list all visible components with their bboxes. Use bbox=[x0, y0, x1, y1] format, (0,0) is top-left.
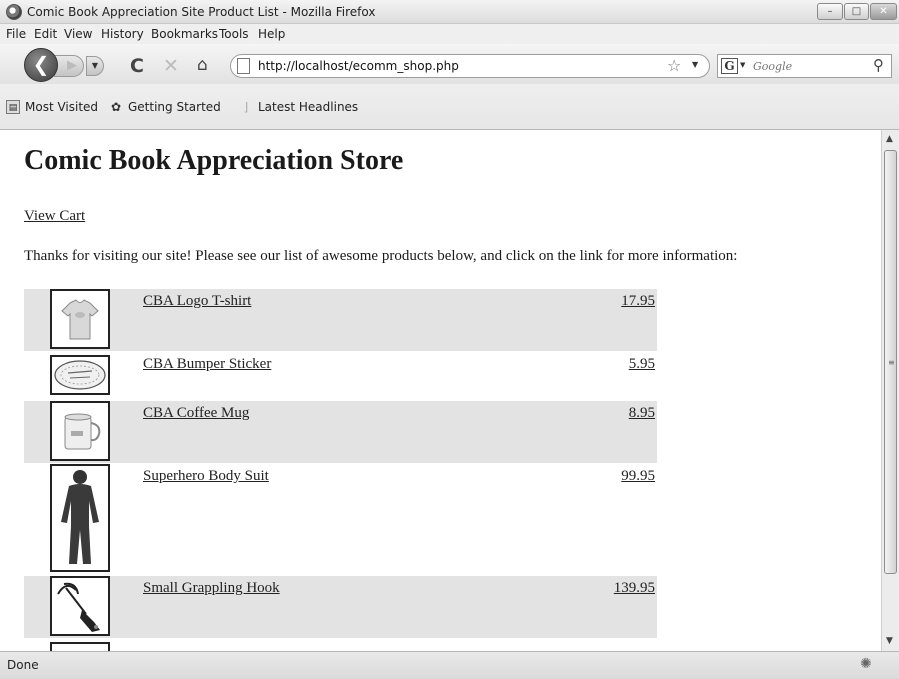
vertical-scrollbar[interactable]: ▲ ≡ ▼ bbox=[881, 130, 899, 651]
page-icon bbox=[237, 58, 250, 74]
history-dropdown-button[interactable]: ▼ bbox=[86, 56, 104, 76]
menu-file[interactable]: File bbox=[6, 27, 26, 41]
close-button[interactable]: ✕ bbox=[870, 3, 897, 20]
minimize-button[interactable]: – bbox=[817, 3, 843, 20]
status-text: Done bbox=[7, 658, 39, 672]
page-title: Comic Book Appreciation Store bbox=[24, 145, 404, 176]
bookmark-label: Most Visited bbox=[25, 100, 99, 114]
menu-view[interactable]: View bbox=[64, 27, 92, 41]
search-engine-icon[interactable]: G bbox=[721, 58, 738, 74]
product-row: Superhero Body Suit 99.95 bbox=[24, 464, 657, 575]
menu-bar: File Edit View History Bookmarks Tools H… bbox=[0, 24, 899, 64]
status-bar: Done ✺ bbox=[0, 651, 899, 679]
product-name-link[interactable]: CBA Bumper Sticker bbox=[143, 356, 271, 373]
getting-started-icon: ✿ bbox=[110, 100, 122, 114]
view-cart-link[interactable]: View Cart bbox=[24, 208, 85, 225]
bookmark-most-visited[interactable]: ▤ Most Visited bbox=[6, 84, 98, 130]
product-name-link[interactable]: CBA Logo T-shirt bbox=[143, 293, 251, 310]
window-title: Comic Book Appreciation Site Product Lis… bbox=[27, 5, 376, 19]
home-icon[interactable]: ⌂ bbox=[197, 55, 208, 75]
stop-icon[interactable]: ✕ bbox=[163, 56, 179, 76]
product-name-link[interactable]: CBA Coffee Mug bbox=[143, 405, 249, 422]
product-price-link[interactable]: 8.95 bbox=[629, 405, 655, 422]
product-row: CBA Logo T-shirt 17.95 bbox=[24, 289, 657, 351]
scrollbar-grip-icon: ≡ bbox=[888, 358, 895, 367]
back-button[interactable]: ❮ bbox=[24, 48, 58, 82]
menu-history[interactable]: History bbox=[101, 27, 144, 41]
page-content: Comic Book Appreciation Store View Cart … bbox=[0, 130, 881, 651]
product-row: CBA Bumper Sticker 5.95 bbox=[24, 352, 657, 400]
menu-help[interactable]: Help bbox=[258, 27, 285, 41]
bookmark-star-icon[interactable]: ☆ bbox=[667, 56, 681, 75]
forward-button[interactable]: ▶ bbox=[54, 55, 84, 77]
search-bar: G ▼ ⚲ bbox=[717, 54, 892, 78]
most-visited-icon: ▤ bbox=[6, 100, 20, 114]
intro-text: Thanks for visiting our site! Please see… bbox=[24, 248, 738, 264]
coffee-mug-icon[interactable] bbox=[50, 401, 110, 461]
scroll-down-icon[interactable]: ▼ bbox=[886, 636, 893, 646]
search-engine-dropdown-icon[interactable]: ▼ bbox=[740, 61, 745, 69]
maximize-button[interactable]: □ bbox=[844, 3, 869, 20]
bookmark-latest-headlines[interactable]: ⌋ Latest Headlines bbox=[239, 84, 359, 130]
menu-edit[interactable]: Edit bbox=[34, 27, 57, 41]
product-row bbox=[24, 639, 657, 651]
bookmark-getting-started[interactable]: ✿ Getting Started bbox=[109, 84, 221, 130]
url-text[interactable]: http://localhost/ecomm_shop.php bbox=[258, 59, 459, 73]
bookmark-label: Latest Headlines bbox=[258, 100, 359, 114]
url-dropdown-icon[interactable]: ▼ bbox=[692, 60, 698, 69]
grappling-hook-icon[interactable] bbox=[50, 576, 110, 636]
url-bar[interactable]: http://localhost/ecomm_shop.php ☆ ▼ bbox=[230, 54, 710, 78]
product-price-link[interactable]: 17.95 bbox=[621, 293, 655, 310]
product-name-link[interactable]: Superhero Body Suit bbox=[143, 468, 269, 485]
bookmark-label: Getting Started bbox=[128, 100, 221, 114]
navigation-toolbar: ▶ ❮ ▼ C ✕ ⌂ http://localhost/ecomm_shop.… bbox=[0, 44, 899, 84]
bookmarks-toolbar: ▤ Most Visited ✿ Getting Started ⌋ Lates… bbox=[0, 84, 899, 130]
bumper-sticker-icon[interactable] bbox=[50, 355, 110, 395]
product-price-link[interactable]: 5.95 bbox=[629, 356, 655, 373]
addon-status-icon[interactable]: ✺ bbox=[860, 656, 872, 672]
scrollbar-thumb[interactable]: ≡ bbox=[884, 150, 897, 574]
t-shirt-icon[interactable] bbox=[50, 289, 110, 349]
search-input[interactable] bbox=[753, 57, 863, 75]
product-price-link[interactable]: 99.95 bbox=[621, 468, 655, 485]
menu-bookmarks[interactable]: Bookmarks bbox=[151, 27, 218, 41]
product-name-link[interactable]: Small Grappling Hook bbox=[143, 580, 280, 597]
title-bar: Comic Book Appreciation Site Product Lis… bbox=[0, 0, 899, 24]
search-icon[interactable]: ⚲ bbox=[873, 56, 884, 74]
reload-icon[interactable]: C bbox=[130, 56, 144, 76]
product-price-link[interactable]: 139.95 bbox=[614, 580, 655, 597]
firefox-icon bbox=[6, 4, 22, 20]
body-suit-icon[interactable] bbox=[50, 464, 110, 572]
product-row: Small Grappling Hook 139.95 bbox=[24, 576, 657, 638]
rss-feed-icon: ⌋ bbox=[243, 100, 249, 114]
product-image[interactable] bbox=[50, 642, 110, 651]
menu-tools[interactable]: Tools bbox=[219, 27, 249, 41]
product-row: CBA Coffee Mug 8.95 bbox=[24, 401, 657, 463]
scroll-up-icon[interactable]: ▲ bbox=[886, 134, 893, 144]
